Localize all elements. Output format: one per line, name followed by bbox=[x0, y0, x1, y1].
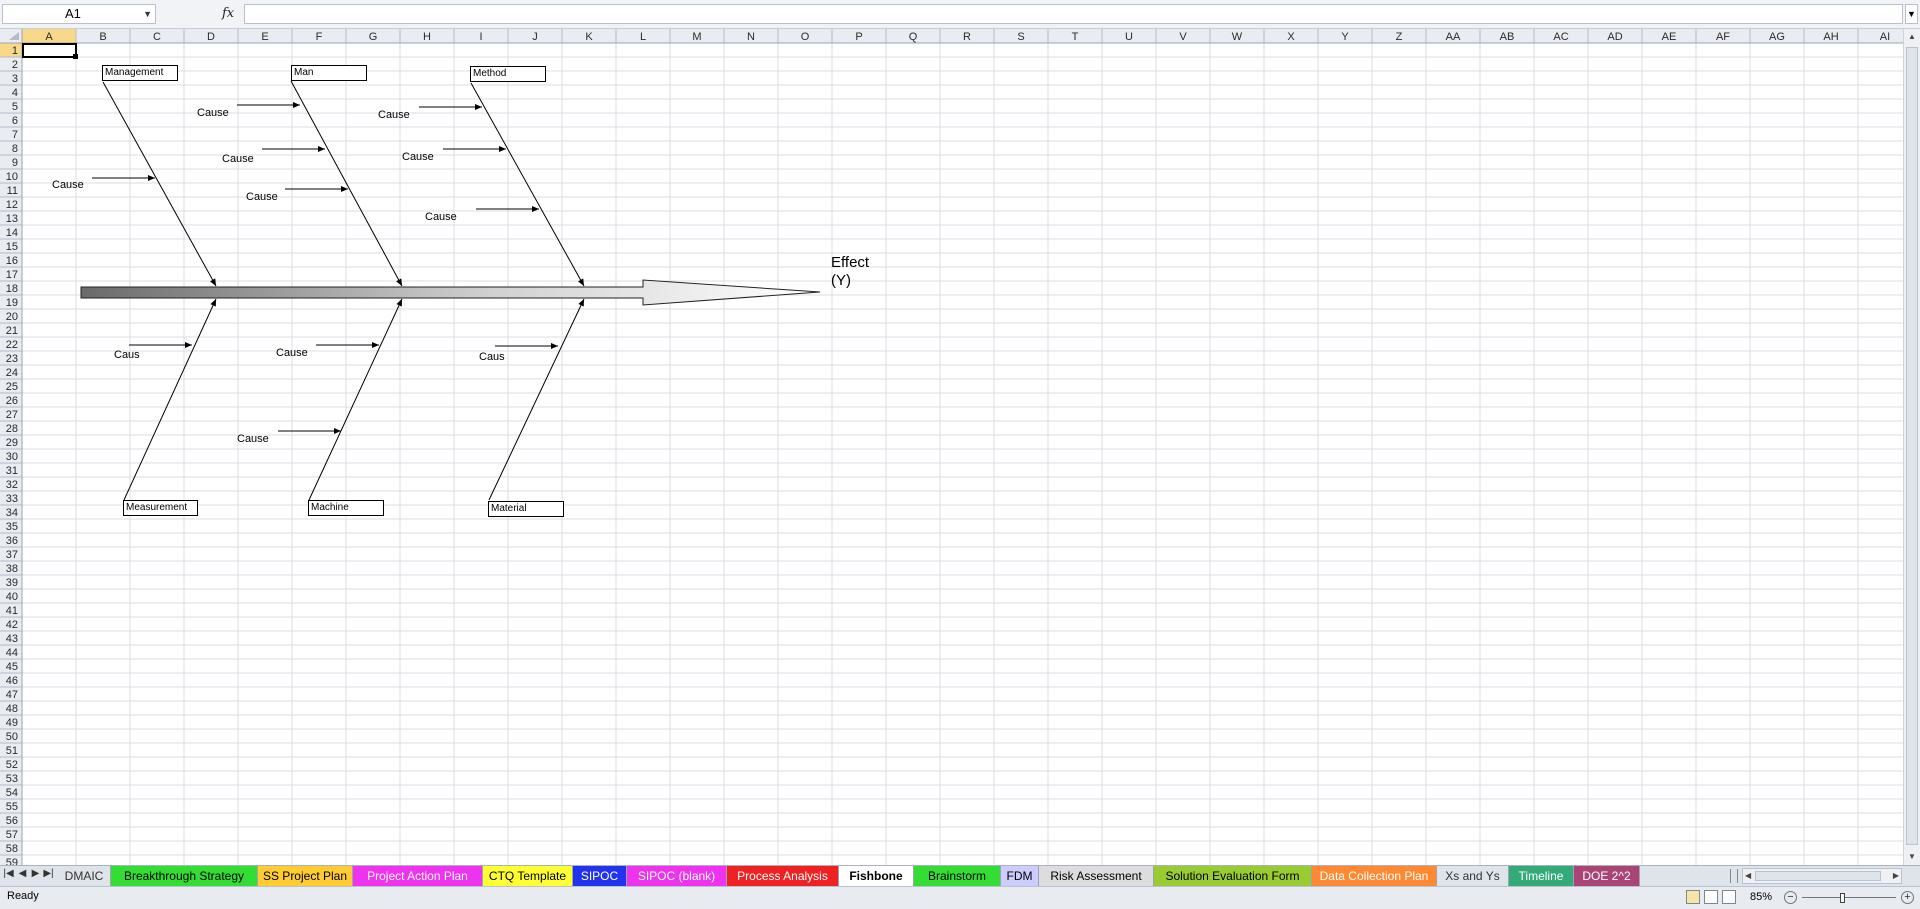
effect-title: Effect bbox=[831, 254, 870, 271]
category-material[interactable]: Material bbox=[488, 501, 564, 517]
name-box[interactable]: A1 ▼ bbox=[2, 4, 156, 24]
sheet-tab-process-analysis[interactable]: Process Analysis bbox=[727, 866, 839, 886]
sheet-tab-dmaic[interactable]: DMAIC bbox=[58, 866, 111, 886]
sheet-tab-fishbone[interactable]: Fishbone bbox=[839, 866, 914, 886]
sheet-tab-risk-assessment[interactable]: Risk Assessment bbox=[1039, 866, 1154, 886]
cause-label[interactable]: Cause bbox=[197, 107, 229, 119]
cause-label[interactable]: Cause bbox=[276, 347, 308, 359]
scroll-left-icon[interactable]: ◀ bbox=[1745, 869, 1751, 883]
category-measurement[interactable]: Measurement bbox=[123, 500, 198, 516]
scroll-right-icon[interactable]: ▶ bbox=[1893, 869, 1899, 883]
sheet-tab-doe-2-2[interactable]: DOE 2^2 bbox=[1574, 866, 1640, 886]
expand-formula-bar-icon[interactable]: ▼ bbox=[1905, 4, 1918, 24]
status-bar: Ready 85% − + bbox=[0, 886, 1920, 909]
first-sheet-icon[interactable]: |◀ bbox=[3, 868, 14, 879]
tab-split-handle[interactable] bbox=[1730, 869, 1738, 883]
sheet-tab-breakthrough-strategy[interactable]: Breakthrough Strategy bbox=[111, 866, 258, 886]
sheet-tab-sipoc-blank[interactable]: SIPOC (blank) bbox=[627, 866, 727, 886]
normal-view-icon[interactable] bbox=[1686, 890, 1700, 904]
zoom-knob[interactable] bbox=[1840, 893, 1845, 903]
chevron-down-icon[interactable]: ▼ bbox=[143, 5, 152, 23]
bone-machine bbox=[308, 298, 403, 501]
insert-function-icon[interactable]: fx bbox=[222, 4, 234, 24]
formula-bar: A1 ▼ fx ▼ bbox=[0, 0, 1920, 29]
zoom-in-icon[interactable]: + bbox=[1901, 891, 1914, 904]
sheet-tab-solution-evaluation-form[interactable]: Solution Evaluation Form bbox=[1154, 866, 1312, 886]
sheet-tab-project-action-plan[interactable]: Project Action Plan bbox=[353, 866, 483, 886]
formula-buttons: fx bbox=[160, 4, 242, 24]
sheet-tab-sipoc[interactable]: SIPOC bbox=[573, 866, 627, 886]
effect-label[interactable]: Effect (Y) bbox=[831, 254, 869, 290]
cause-label[interactable]: Cause bbox=[237, 433, 269, 445]
prev-sheet-icon[interactable]: ◀ bbox=[17, 868, 28, 879]
category-machine[interactable]: Machine bbox=[308, 500, 384, 516]
zoom-level[interactable]: 85% bbox=[1750, 891, 1772, 903]
fishbone-diagram bbox=[80, 80, 821, 501]
sheet-tab-xs-and-ys[interactable]: Xs and Ys bbox=[1437, 866, 1509, 886]
next-sheet-icon[interactable]: ▶ bbox=[30, 868, 41, 879]
cause-label[interactable]: Cause bbox=[378, 109, 410, 121]
category-management[interactable]: Management bbox=[102, 65, 178, 81]
effect-subtitle: (Y) bbox=[831, 272, 851, 289]
last-sheet-icon[interactable]: ▶| bbox=[43, 868, 54, 879]
sheet-tab-timeline[interactable]: Timeline bbox=[1509, 866, 1574, 886]
sheet-tab-brainstorm[interactable]: Brainstorm bbox=[914, 866, 1001, 886]
vertical-scroll-thumb[interactable] bbox=[1906, 47, 1918, 845]
category-method[interactable]: Method bbox=[470, 66, 546, 82]
formula-input[interactable] bbox=[244, 4, 1903, 24]
cause-label[interactable]: Cause bbox=[246, 191, 278, 203]
category-man[interactable]: Man bbox=[291, 65, 367, 81]
scroll-down-icon[interactable]: ▼ bbox=[1904, 849, 1920, 865]
worksheet-grid[interactable]: A B C D E F G H I J K L M N O P Q R S T U V W X Y Z AA AB AC AD AE AF AG… bbox=[0, 29, 1903, 865]
sheet-tab-ss-project-plan[interactable]: SS Project Plan bbox=[258, 866, 353, 886]
sheet-tab-data-collection-plan[interactable]: Data Collection Plan bbox=[1312, 866, 1437, 886]
sheet-tab-bar: |◀ ◀ ▶ ▶| DMAIC Breakthrough Strategy SS P… bbox=[0, 865, 1920, 886]
cause-label[interactable]: Cause bbox=[425, 211, 457, 223]
page-break-view-icon[interactable] bbox=[1722, 890, 1736, 904]
cause-label[interactable]: Cause bbox=[222, 153, 254, 165]
bone-measurement bbox=[123, 298, 217, 501]
zoom-track bbox=[1802, 897, 1896, 898]
status-ready: Ready bbox=[7, 890, 39, 902]
name-box-value: A1 bbox=[65, 6, 81, 21]
effect-spine-arrow bbox=[80, 279, 821, 306]
cause-label[interactable]: Caus bbox=[479, 351, 505, 363]
cause-label[interactable]: Cause bbox=[52, 179, 84, 191]
sheet-tab-fdm[interactable]: FDM bbox=[1001, 866, 1039, 886]
scroll-up-icon[interactable]: ▲ bbox=[1904, 29, 1920, 45]
cause-label[interactable]: Caus bbox=[114, 349, 140, 361]
horizontal-scrollbar[interactable]: ◀ ▶ bbox=[1742, 868, 1902, 884]
bone-material bbox=[488, 298, 585, 501]
bone-method bbox=[470, 82, 585, 287]
zoom-slider[interactable]: − + bbox=[1784, 891, 1914, 905]
cause-label[interactable]: Cause bbox=[402, 151, 434, 163]
sheet-tab-ctq-template[interactable]: CTQ Template bbox=[483, 866, 573, 886]
page-layout-view-icon[interactable] bbox=[1704, 890, 1718, 904]
vertical-scrollbar[interactable]: ▲ ▼ bbox=[1903, 29, 1920, 865]
horizontal-scroll-thumb[interactable] bbox=[1755, 871, 1881, 881]
zoom-out-icon[interactable]: − bbox=[1784, 891, 1797, 904]
